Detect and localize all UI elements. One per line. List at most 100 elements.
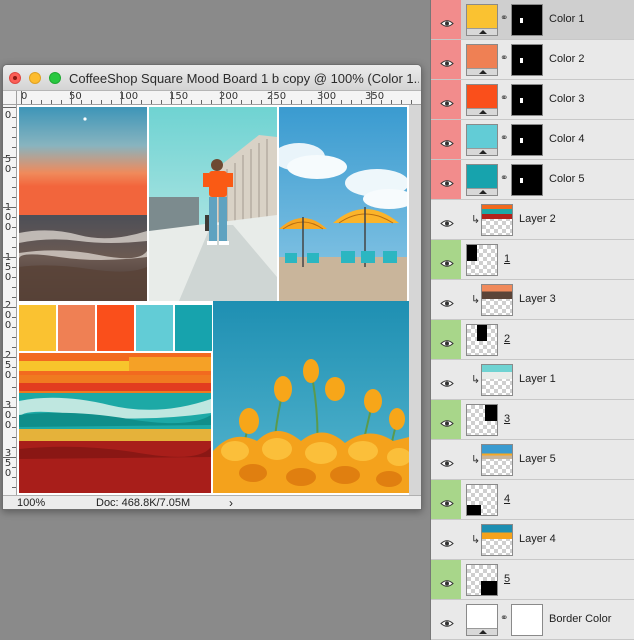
fill-adjustment-icon bbox=[467, 188, 497, 195]
layer-name[interactable]: 1 bbox=[504, 253, 510, 265]
layer-visibility-toggle[interactable] bbox=[431, 160, 461, 199]
layer-visibility-toggle[interactable] bbox=[431, 320, 461, 359]
shape-layer-thumbnail[interactable] bbox=[466, 564, 498, 596]
ruler-tick bbox=[12, 177, 16, 178]
layer-row[interactable]: 3 bbox=[431, 400, 634, 440]
fill-layer-thumbnail[interactable] bbox=[466, 124, 498, 156]
layer-name[interactable]: 3 bbox=[504, 413, 510, 425]
layer-mask-thumbnail[interactable] bbox=[511, 124, 543, 156]
document-window[interactable]: CoffeeShop Square Mood Board 1 b copy @ … bbox=[2, 64, 422, 510]
ruler-tick bbox=[12, 317, 16, 318]
layer-name[interactable]: 5 bbox=[504, 573, 510, 585]
ruler-tick bbox=[12, 477, 16, 478]
layer-name[interactable]: Color 5 bbox=[549, 173, 584, 185]
layer-row[interactable]: 5 bbox=[431, 560, 634, 600]
image-layer-thumbnail[interactable] bbox=[481, 524, 513, 556]
close-window-button[interactable] bbox=[9, 72, 21, 84]
minimize-window-button[interactable] bbox=[29, 72, 41, 84]
layer-row[interactable]: ⚭ Border Color bbox=[431, 600, 634, 640]
mask-link-icon[interactable]: ⚭ bbox=[500, 93, 508, 104]
layer-name[interactable]: Color 1 bbox=[549, 13, 584, 25]
layer-row[interactable]: ⚭ Color 5 bbox=[431, 160, 634, 200]
layer-mask-thumbnail[interactable] bbox=[511, 4, 543, 36]
shape-layer-thumbnail[interactable] bbox=[466, 244, 498, 276]
layer-visibility-toggle[interactable] bbox=[431, 400, 461, 439]
layer-row[interactable]: 1 bbox=[431, 240, 634, 280]
layer-row[interactable]: ↳ Layer 4 bbox=[431, 520, 634, 560]
horizontal-ruler[interactable]: 0 50 100 150 200 250 300 350 bbox=[17, 91, 421, 105]
window-titlebar[interactable]: CoffeeShop Square Mood Board 1 b copy @ … bbox=[3, 65, 421, 91]
fill-layer-thumbnail[interactable] bbox=[466, 604, 498, 636]
layer-mask-thumbnail[interactable] bbox=[511, 44, 543, 76]
shape-layer-thumbnail[interactable] bbox=[466, 324, 498, 356]
ruler-tick bbox=[3, 107, 16, 108]
eye-icon bbox=[440, 255, 454, 267]
layer-name[interactable]: Layer 3 bbox=[519, 293, 556, 305]
ruler-tick bbox=[101, 100, 102, 104]
layer-name[interactable]: Color 2 bbox=[549, 53, 584, 65]
layer-name[interactable]: 4 bbox=[504, 493, 510, 505]
shape-layer-thumbnail[interactable] bbox=[466, 404, 498, 436]
layer-visibility-toggle[interactable] bbox=[431, 560, 461, 599]
shape-layer-thumbnail[interactable] bbox=[466, 484, 498, 516]
layer-row[interactable]: ↳ Layer 5 bbox=[431, 440, 634, 480]
layer-name[interactable]: Layer 1 bbox=[519, 373, 556, 385]
layer-row[interactable]: ⚭ Color 3 bbox=[431, 80, 634, 120]
layer-visibility-toggle[interactable] bbox=[431, 520, 461, 559]
fill-adjustment-icon bbox=[467, 148, 497, 155]
layer-visibility-toggle[interactable] bbox=[431, 80, 461, 119]
layer-visibility-toggle[interactable] bbox=[431, 600, 461, 639]
layer-row[interactable]: 4 bbox=[431, 480, 634, 520]
layer-row[interactable]: ↳ Layer 3 bbox=[431, 280, 634, 320]
layer-row[interactable]: ↳ Layer 2 bbox=[431, 200, 634, 240]
layer-visibility-toggle[interactable] bbox=[431, 200, 461, 239]
layer-name[interactable]: 2 bbox=[504, 333, 510, 345]
status-menu-arrow-icon[interactable]: › bbox=[229, 496, 233, 509]
fill-layer-thumbnail[interactable] bbox=[466, 4, 498, 36]
layer-visibility-toggle[interactable] bbox=[431, 120, 461, 159]
layer-name[interactable]: Border Color bbox=[549, 613, 611, 625]
layer-visibility-toggle[interactable] bbox=[431, 440, 461, 479]
fill-layer-thumbnail[interactable] bbox=[466, 84, 498, 116]
poppy-flowers-image bbox=[213, 301, 409, 493]
mask-link-icon[interactable]: ⚭ bbox=[500, 13, 508, 24]
fill-layer-thumbnail[interactable] bbox=[466, 44, 498, 76]
layer-visibility-toggle[interactable] bbox=[431, 480, 461, 519]
layer-mask-thumbnail[interactable] bbox=[511, 164, 543, 196]
image-layer-thumbnail[interactable] bbox=[481, 364, 513, 396]
image-layer-thumbnail[interactable] bbox=[481, 284, 513, 316]
layer-row[interactable]: ⚭ Color 4 bbox=[431, 120, 634, 160]
layer-row[interactable]: 2 bbox=[431, 320, 634, 360]
layer-row[interactable]: ⚭ Color 2 bbox=[431, 40, 634, 80]
layer-name[interactable]: Layer 4 bbox=[519, 533, 556, 545]
layer-mask-thumbnail[interactable] bbox=[511, 84, 543, 116]
image-layer-thumbnail[interactable] bbox=[481, 204, 513, 236]
clipping-mask-arrow-icon: ↳ bbox=[471, 454, 481, 466]
layer-row[interactable]: ⚭ Color 1 bbox=[431, 0, 634, 40]
shape-mark bbox=[477, 325, 487, 341]
mask-link-icon[interactable]: ⚭ bbox=[500, 133, 508, 144]
layers-panel: ⚭ Color 1 ⚭ Color 2 ⚭ Color 3 ⚭ Color 4 ⚭ Color 5… bbox=[430, 0, 634, 640]
vertical-ruler[interactable]: 0 5 0 1 0 0 1 5 0 2 0 0 2 5 0 3 0 0 3 5 … bbox=[3, 105, 17, 495]
layer-name[interactable]: Color 3 bbox=[549, 93, 584, 105]
layer-name[interactable]: Color 4 bbox=[549, 133, 584, 145]
layer-name[interactable]: Layer 5 bbox=[519, 453, 556, 465]
layer-name[interactable]: Layer 2 bbox=[519, 213, 556, 225]
layer-mask-thumbnail[interactable] bbox=[511, 604, 543, 636]
fill-layer-thumbnail[interactable] bbox=[466, 164, 498, 196]
layer-visibility-toggle[interactable] bbox=[431, 360, 461, 399]
layer-row[interactable]: ↳ Layer 1 bbox=[431, 360, 634, 400]
layer-visibility-toggle[interactable] bbox=[431, 280, 461, 319]
ruler-tick bbox=[231, 100, 232, 104]
zoom-level[interactable]: 100% bbox=[17, 497, 45, 509]
mask-link-icon[interactable]: ⚭ bbox=[500, 613, 508, 624]
mask-link-icon[interactable]: ⚭ bbox=[500, 53, 508, 64]
mask-link-icon[interactable]: ⚭ bbox=[500, 173, 508, 184]
layer-visibility-toggle[interactable] bbox=[431, 240, 461, 279]
ruler-origin[interactable] bbox=[3, 91, 17, 105]
document-canvas[interactable] bbox=[17, 105, 409, 495]
layer-visibility-toggle[interactable] bbox=[431, 0, 461, 39]
image-layer-thumbnail[interactable] bbox=[481, 444, 513, 476]
layer-visibility-toggle[interactable] bbox=[431, 40, 461, 79]
zoom-window-button[interactable] bbox=[49, 72, 61, 84]
